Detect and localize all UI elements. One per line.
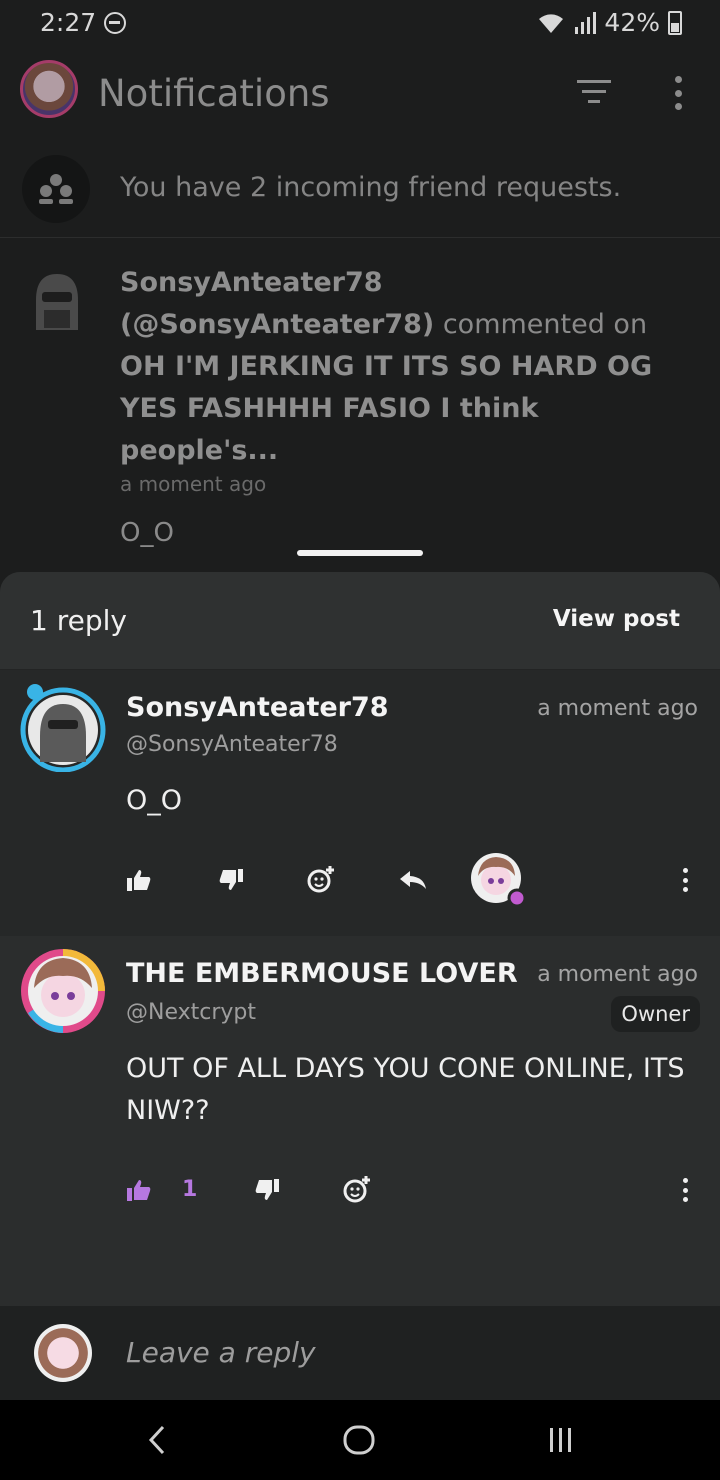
add-reaction-icon[interactable] [340,1172,374,1206]
more-vert-icon[interactable] [678,868,692,892]
comment-author-handle: @Nextcrypt [126,1000,257,1025]
thumbs-up-icon[interactable] [122,863,156,897]
sheet-drag-handle[interactable] [297,550,423,556]
notification-username: SonsyAnteater78 [120,267,383,298]
view-post-button[interactable]: View post [553,606,680,632]
comment-text: O_O [126,785,183,816]
more-vert-icon[interactable] [678,1178,692,1202]
reply-count: 1 reply [30,604,127,637]
notification-text: SonsyAnteater78 (@SonsyAnteater78) comme… [120,262,680,472]
profile-avatar[interactable] [20,60,78,118]
friends-icon [22,155,90,223]
reply-icon[interactable] [396,863,430,897]
more-vert-icon[interactable] [670,76,686,110]
replies-sheet: 1 reply View post SonsyAnteater78 a mome… [0,572,720,1400]
like-count: 1 [182,1177,198,1202]
page-title: Notifications [98,72,330,115]
battery-icon [668,10,682,35]
status-time: 2:27 [40,8,97,37]
avatar[interactable] [18,946,108,1036]
sheet-header: 1 reply View post [0,572,720,670]
notification-time: a moment ago [120,472,267,496]
notifications-screen: 2:27 42% Notifications You have 2 incomi… [0,0,720,600]
comment-author-name[interactable]: SonsyAnteater78 [126,692,389,723]
app-bar: Notifications [0,52,720,138]
comment-time: a moment ago [537,962,698,987]
friend-requests-row[interactable]: You have 2 incoming friend requests. [0,150,720,238]
notification-action: commented on [442,309,648,340]
reply-bar [0,1306,720,1400]
notification-snippet: O_O [120,518,174,548]
thumbs-up-icon[interactable] [122,1173,156,1207]
signal-icon [575,11,597,34]
add-reaction-icon[interactable] [304,862,338,896]
recents-icon[interactable] [536,1418,586,1462]
comment-text: OUT OF ALL DAYS YOU CONE ONLINE, ITS NIW… [126,1053,685,1126]
status-right: 42% [536,8,682,37]
comment-author-handle: @SonsyAnteater78 [126,732,338,757]
battery-percent: 42% [604,8,660,37]
avatar[interactable] [18,682,108,772]
comment-time: a moment ago [537,696,698,721]
back-icon[interactable] [132,1418,182,1462]
system-nav-bar [0,1400,720,1480]
notification-item[interactable]: SonsyAnteater78 (@SonsyAnteater78) comme… [0,240,720,570]
comment-item: SonsyAnteater78 a moment ago @SonsyAntea… [0,670,720,936]
thumbs-down-icon[interactable] [214,863,248,897]
wifi-icon [539,13,564,33]
status-bar: 2:27 42% [0,0,720,46]
comment-author-name[interactable]: THE EMBERMOUSE LOVER [126,958,518,989]
do-not-disturb-icon [104,12,126,34]
notification-post-excerpt: OH I'M JERKING IT ITS SO HARD OG YES FAS… [120,351,653,466]
reply-input[interactable] [126,1330,686,1374]
avatar [34,1324,92,1382]
avatar [36,274,78,330]
notification-handle: (@SonsyAnteater78) [120,309,435,340]
filter-icon[interactable] [575,80,613,106]
reacted-user-avatar[interactable] [470,852,528,910]
comment-item: THE EMBERMOUSE LOVER a moment ago @Nextc… [0,936,720,1306]
thumbs-down-icon[interactable] [250,1173,284,1207]
friend-requests-text: You have 2 incoming friend requests. [120,172,622,203]
home-icon[interactable] [334,1418,384,1462]
owner-badge: Owner [611,996,700,1032]
